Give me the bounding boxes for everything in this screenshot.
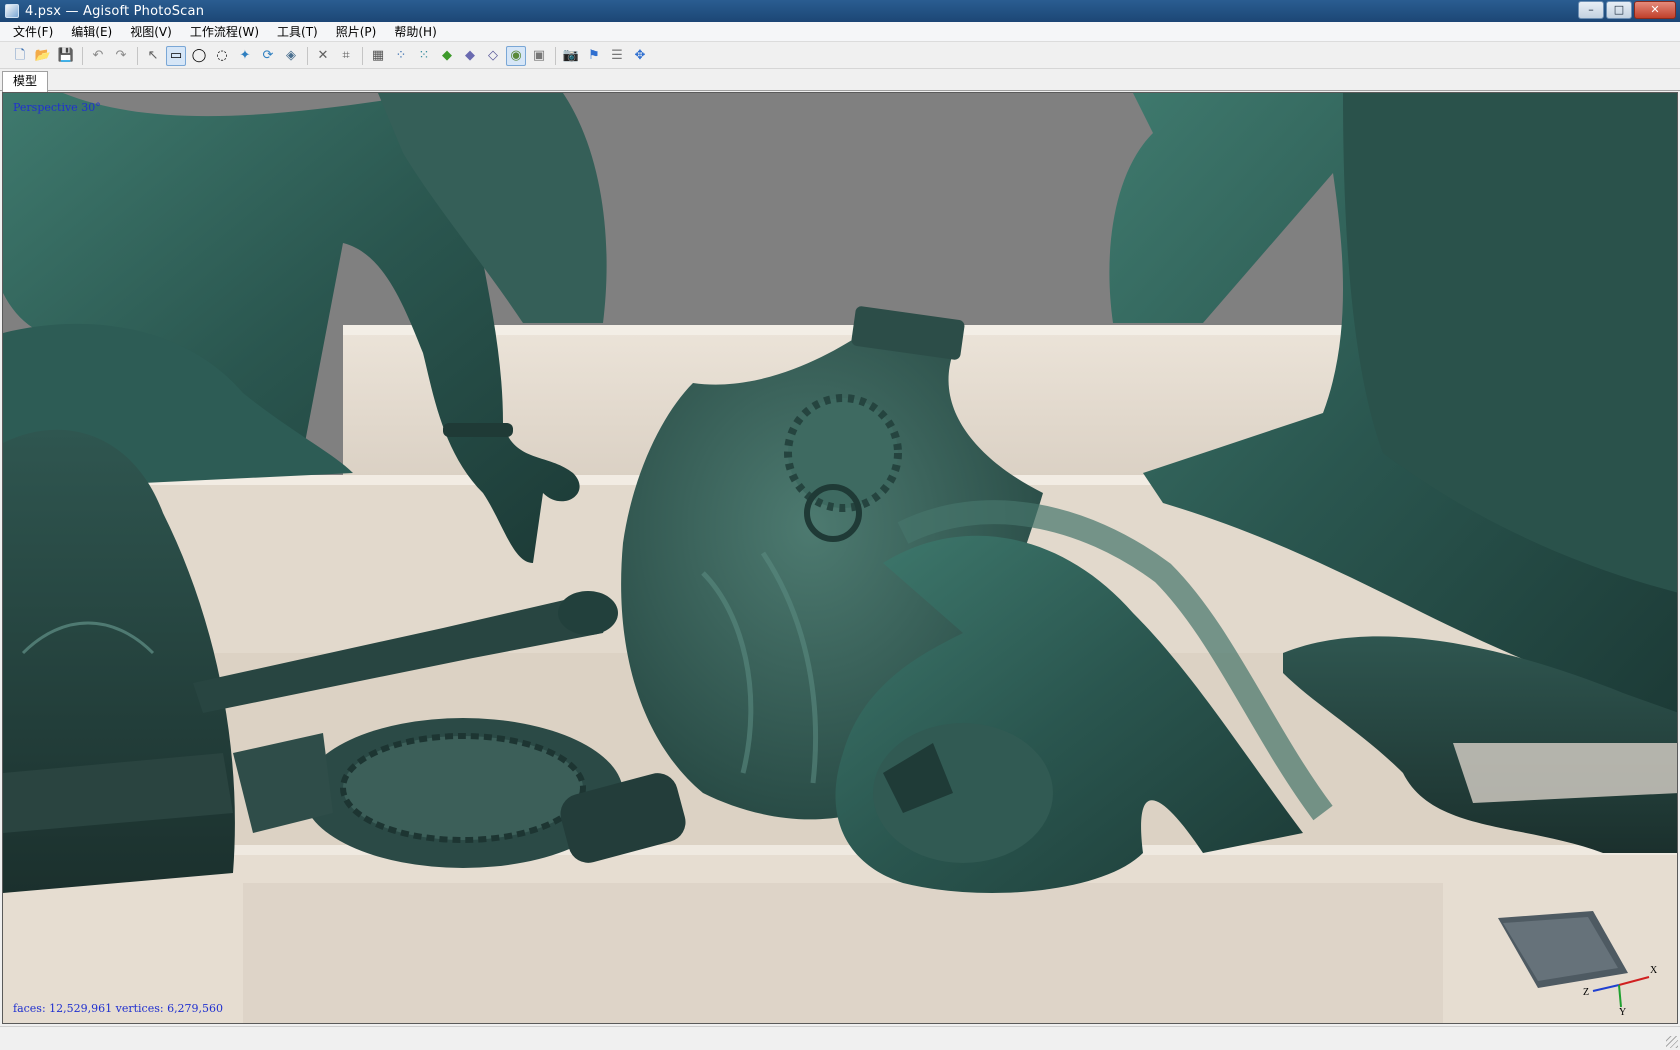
status-bar xyxy=(0,1026,1680,1050)
toolbar-separator xyxy=(555,46,556,65)
show-dense-cloud-icon[interactable]: ⁙ xyxy=(414,46,434,66)
toolbar-separator xyxy=(307,46,308,65)
menu-bar: 文件(F) 编辑(E) 视图(V) 工作流程(W) 工具(T) 照片(P) 帮助… xyxy=(0,22,1680,42)
shapes-icon[interactable]: ☰ xyxy=(607,46,627,66)
open-folder-icon[interactable]: 📂 xyxy=(33,46,53,66)
minimize-button[interactable]: – xyxy=(1578,1,1604,19)
title-bar: 4.psx — Agisoft PhotoScan – □ ✕ xyxy=(0,0,1680,22)
show-cameras-icon[interactable]: ▦ xyxy=(368,46,388,66)
show-model-shaded-icon[interactable]: ◆ xyxy=(437,46,457,66)
capture-view-icon[interactable]: 📷 xyxy=(561,46,581,66)
axis-gizmo-icon: X Z Y xyxy=(1583,965,1658,1015)
model-viewport[interactable]: Perspective 30° faces: 12,529,961 vertic… xyxy=(2,92,1678,1024)
textured-model-render xyxy=(3,93,1677,1023)
undo-icon[interactable]: ↶ xyxy=(88,46,108,66)
markers-icon[interactable]: ⚑ xyxy=(584,46,604,66)
menu-tools[interactable]: 工具(T) xyxy=(268,22,327,42)
gradual-select-icon[interactable]: ◈ xyxy=(281,46,301,66)
maximize-button[interactable]: □ xyxy=(1606,1,1632,19)
crop-icon[interactable]: ⌗ xyxy=(336,46,356,66)
show-model-wireframe-icon[interactable]: ◇ xyxy=(483,46,503,66)
new-file-icon[interactable]: 🗋 xyxy=(10,46,30,66)
toolbar-separator xyxy=(82,46,83,65)
menu-view[interactable]: 视图(V) xyxy=(121,22,181,42)
axis-x-label: X xyxy=(1650,965,1658,976)
projection-label: Perspective 30° xyxy=(13,101,101,114)
redo-icon[interactable]: ↷ xyxy=(111,46,131,66)
reset-selection-icon[interactable]: ⟳ xyxy=(258,46,278,66)
axis-y-label: Y xyxy=(1619,1007,1626,1015)
window-controls: – □ ✕ xyxy=(1578,1,1676,19)
show-points-icon[interactable]: ⁘ xyxy=(391,46,411,66)
menu-photo[interactable]: 照片(P) xyxy=(327,22,386,42)
menu-file[interactable]: 文件(F) xyxy=(4,22,62,42)
select-points-icon[interactable]: ✦ xyxy=(235,46,255,66)
save-icon[interactable]: 💾 xyxy=(56,46,76,66)
circle-select-icon[interactable]: ◯ xyxy=(189,46,209,66)
delete-icon[interactable]: ✕ xyxy=(313,46,333,66)
photoscan-app-icon xyxy=(5,4,19,18)
axis-z-label: Z xyxy=(1583,987,1589,998)
menu-workflow[interactable]: 工作流程(W) xyxy=(181,22,268,42)
model-stats-label: faces: 12,529,961 vertices: 6,279,560 xyxy=(13,1002,224,1015)
show-tiled-model-icon[interactable]: ▣ xyxy=(529,46,549,66)
show-model-solid-icon[interactable]: ◆ xyxy=(460,46,480,66)
main-toolbar: 🗋 📂 💾 ↶ ↷ ↖ ▭ ◯ ◌ ✦ ⟳ ◈ ✕ ⌗ ▦ ⁘ ⁙ ◆ ◆ ◇ … xyxy=(0,43,1680,69)
rectangle-select-icon[interactable]: ▭ xyxy=(166,45,186,66)
navigation-icon[interactable]: ↖ xyxy=(143,46,163,66)
free-select-icon[interactable]: ◌ xyxy=(212,46,232,66)
resize-grip-icon[interactable] xyxy=(1666,1036,1678,1048)
close-button[interactable]: ✕ xyxy=(1634,1,1676,19)
toolbar-separator xyxy=(137,46,138,65)
region-move-icon[interactable]: ✥ xyxy=(630,46,650,66)
tab-model[interactable]: 模型 xyxy=(2,71,49,92)
toolbar-separator xyxy=(362,46,363,65)
window-title: 4.psx — Agisoft PhotoScan xyxy=(25,3,205,19)
view-tabs: 模型 xyxy=(0,70,1680,92)
show-model-textured-icon[interactable]: ◉ xyxy=(506,45,526,66)
menu-edit[interactable]: 编辑(E) xyxy=(62,22,121,42)
menu-help[interactable]: 帮助(H) xyxy=(385,22,445,42)
